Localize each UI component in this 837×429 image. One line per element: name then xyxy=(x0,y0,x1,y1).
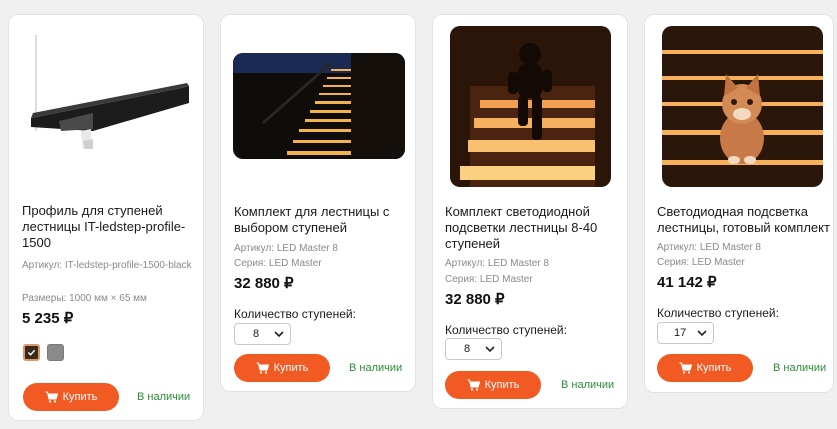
quantity-select[interactable]: 8 xyxy=(234,323,291,345)
product-series: Серия: LED Master xyxy=(234,258,322,269)
color-swatch-black[interactable] xyxy=(23,344,40,361)
buy-button[interactable]: Купить xyxy=(234,354,330,382)
checkmark-icon xyxy=(27,349,36,356)
cart-icon xyxy=(45,391,58,403)
product-sizes: Размеры: 1000 мм × 65 мм xyxy=(22,293,147,304)
quantity-select[interactable]: 8 xyxy=(445,338,502,360)
product-article: Артикул: LED Master 8 xyxy=(234,243,338,254)
buy-button-label: Купить xyxy=(62,391,98,403)
product-card[interactable]: Светодиодная подсветка лестницы, готовый… xyxy=(644,14,834,393)
stock-status: В наличии xyxy=(349,362,403,374)
product-card[interactable]: Комплект для лестницы с выбором ступеней… xyxy=(220,14,416,392)
product-title[interactable]: Светодиодная подсветка лестницы, готовый… xyxy=(657,204,835,236)
product-price: 5 235 ₽ xyxy=(22,310,74,327)
product-card[interactable]: Профиль для ступеней лестницы IT-ledstep… xyxy=(8,14,204,421)
product-price: 32 880 ₽ xyxy=(445,291,505,308)
cart-icon xyxy=(467,379,480,391)
cart-icon xyxy=(679,362,692,374)
product-price: 32 880 ₽ xyxy=(234,275,294,292)
buy-button-label: Купить xyxy=(484,379,520,391)
product-article: Артикул: IT-ledstep-profile-1500-black xyxy=(22,260,192,271)
product-image-child-on-stairs[interactable] xyxy=(450,26,611,187)
product-series: Серия: LED Master xyxy=(657,257,745,268)
chevron-down-icon xyxy=(485,346,495,353)
buy-button[interactable]: Купить xyxy=(445,371,541,399)
color-swatch-gray[interactable] xyxy=(47,344,64,361)
buy-button[interactable]: Купить xyxy=(657,354,753,382)
product-image-lit-staircase[interactable] xyxy=(233,53,405,159)
product-image-kitten-on-stairs[interactable] xyxy=(662,26,823,187)
quantity-label: Количество ступеней: xyxy=(234,307,356,321)
buy-button-label: Купить xyxy=(273,362,309,374)
buy-button-label: Купить xyxy=(696,362,732,374)
product-article: Артикул: LED Master 8 xyxy=(657,242,761,253)
quantity-select-value: 8 xyxy=(253,328,260,340)
product-title[interactable]: Комплект светодиодной подсветки лестницы… xyxy=(445,204,625,252)
product-series: Серия: LED Master xyxy=(445,274,533,285)
product-price: 41 142 ₽ xyxy=(657,274,717,291)
cart-icon xyxy=(256,362,269,374)
stock-status: В наличии xyxy=(137,391,191,403)
stock-status: В наличии xyxy=(773,362,827,374)
quantity-label: Количество ступеней: xyxy=(445,323,567,337)
quantity-select-value: 8 xyxy=(464,343,471,355)
product-title[interactable]: Профиль для ступеней лестницы IT-ledstep… xyxy=(22,203,200,251)
product-image-led-profile[interactable] xyxy=(21,33,193,149)
stock-status: В наличии xyxy=(561,379,615,391)
product-title[interactable]: Комплект для лестницы с выбором ступеней xyxy=(234,204,412,236)
product-article: Артикул: LED Master 8 xyxy=(445,258,549,269)
chevron-down-icon xyxy=(274,331,284,338)
buy-button[interactable]: Купить xyxy=(23,383,119,411)
quantity-select-value: 17 xyxy=(674,327,687,339)
product-card[interactable]: Комплект светодиодной подсветки лестницы… xyxy=(432,14,628,409)
quantity-select[interactable]: 17 xyxy=(657,322,714,344)
quantity-label: Количество ступеней: xyxy=(657,306,779,320)
chevron-down-icon xyxy=(697,330,707,337)
